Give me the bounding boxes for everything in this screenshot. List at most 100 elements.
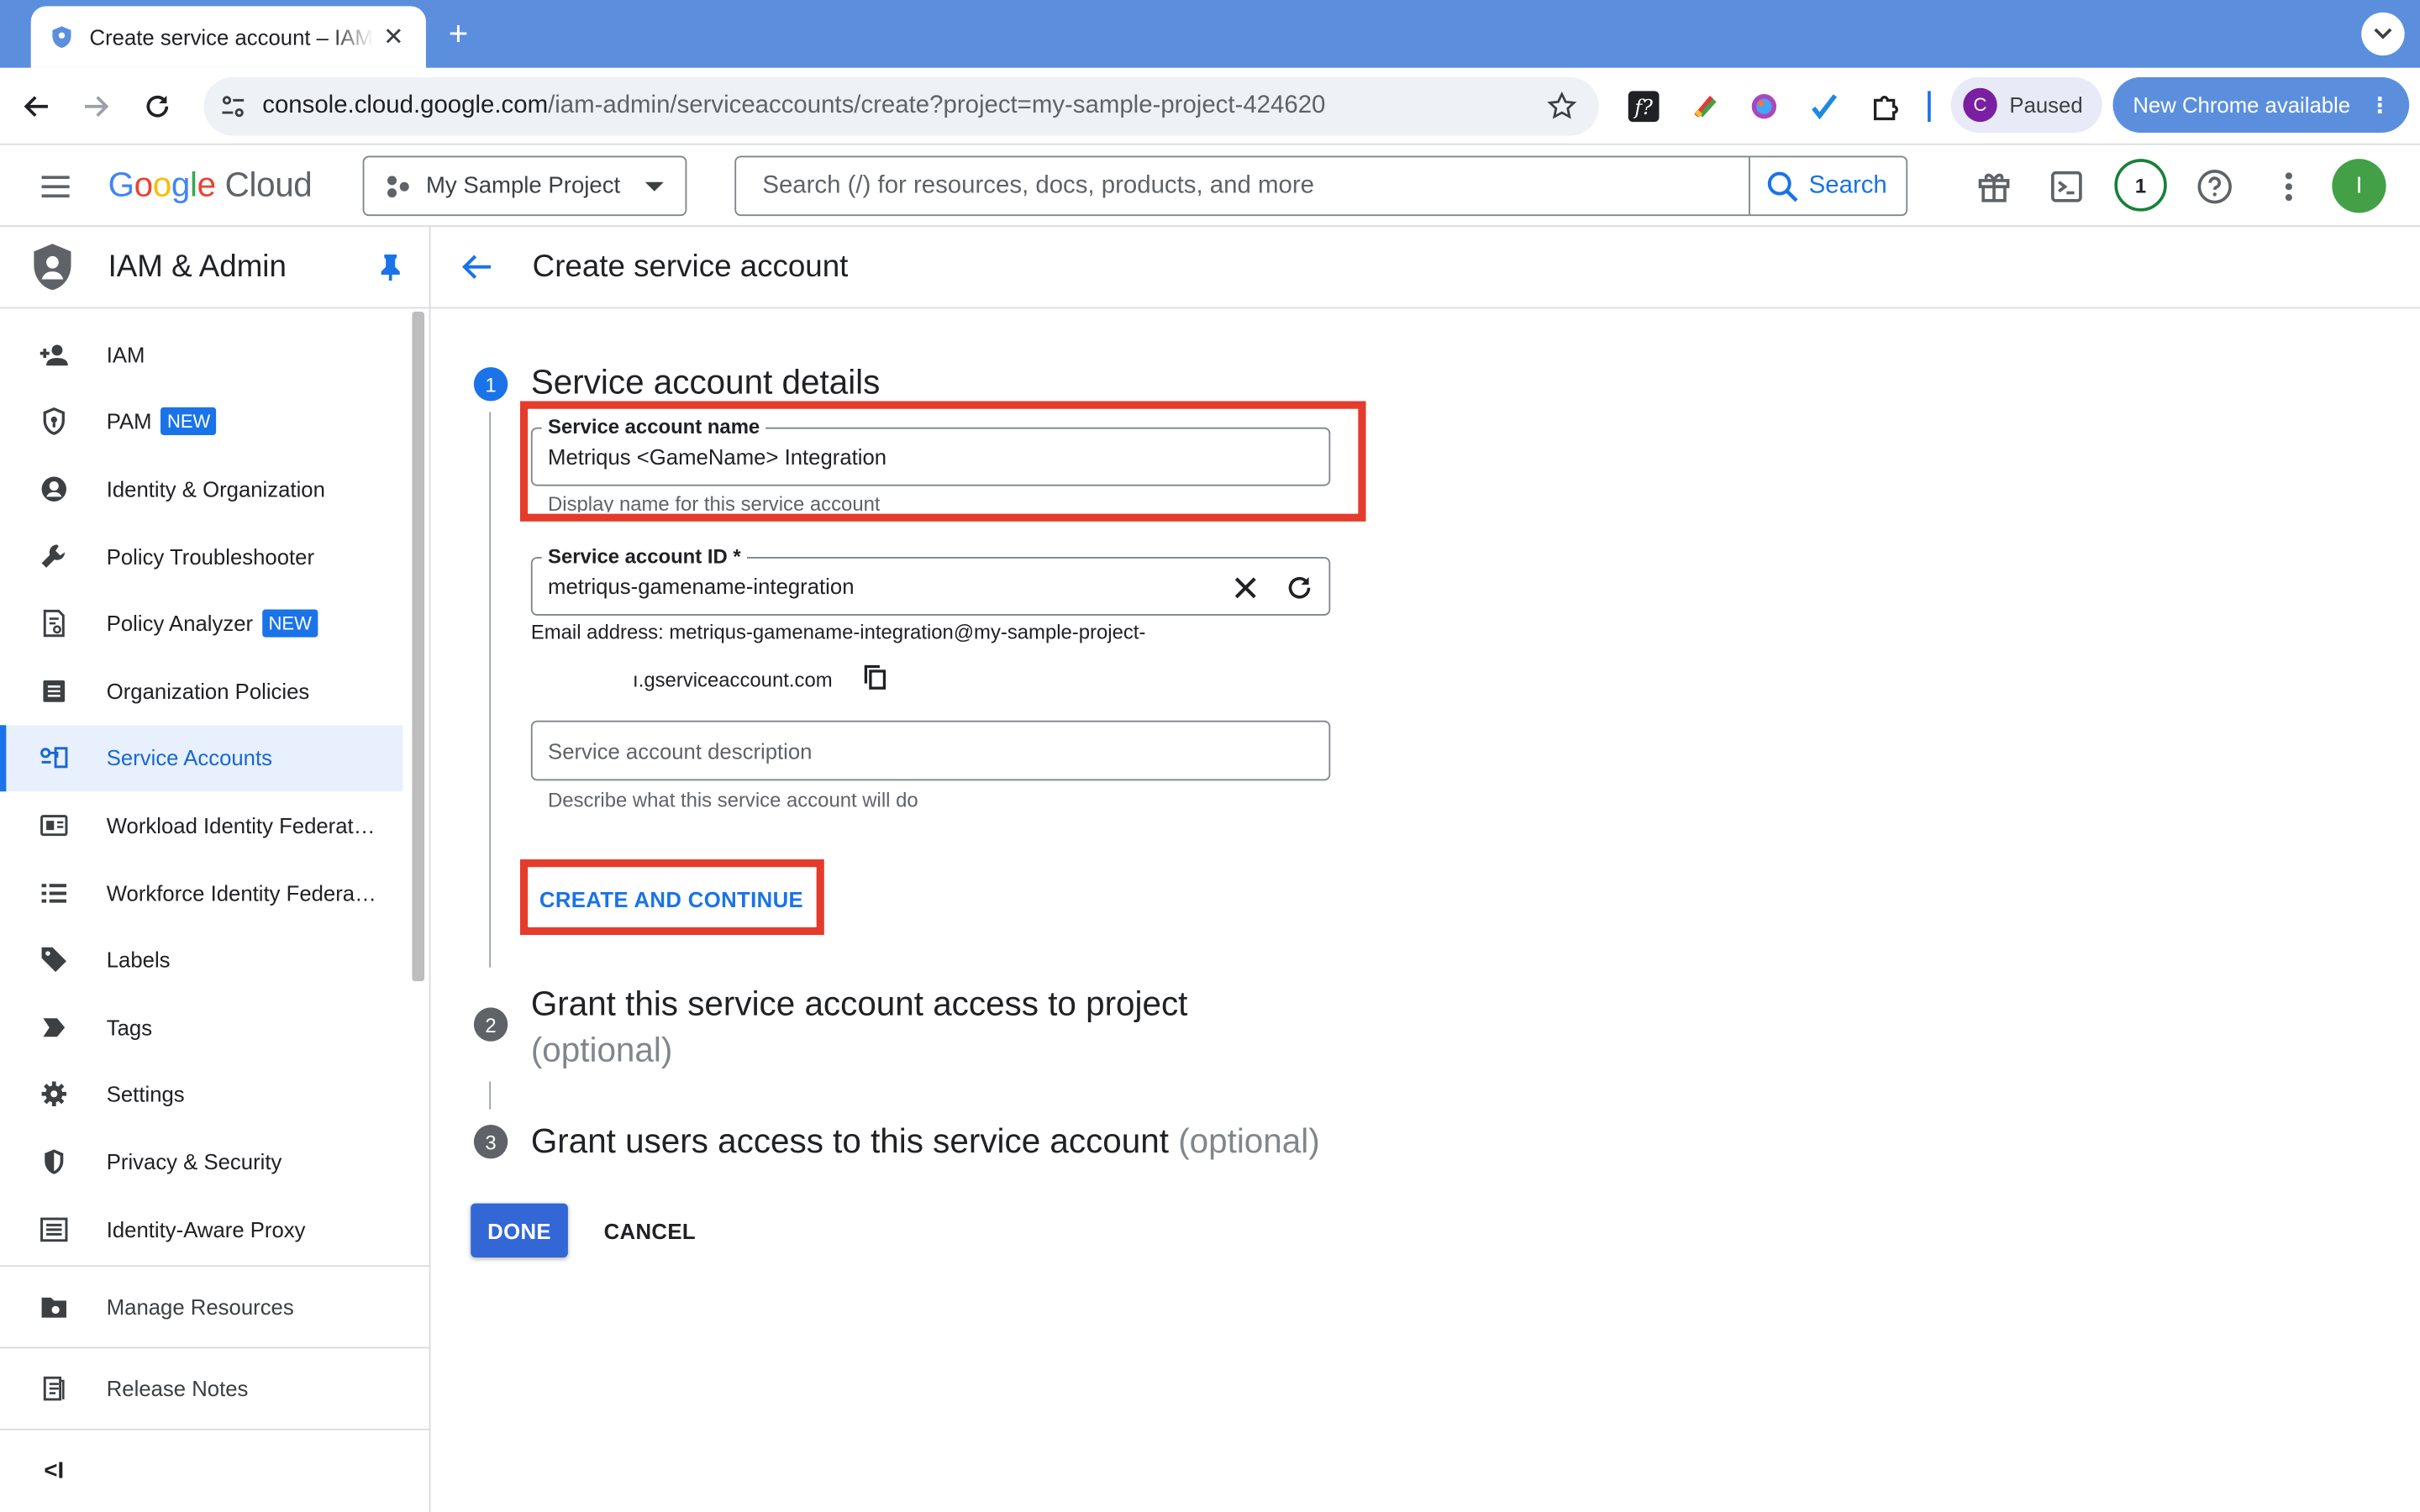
tab-title: Create service account – IAM & Admin bbox=[89, 24, 374, 50]
description-hint: Describe what this service account will … bbox=[548, 788, 918, 812]
sidebar-scrollbar[interactable] bbox=[412, 312, 425, 982]
address-bar[interactable]: console.cloud.google.com/iam-admin/servi… bbox=[203, 76, 1599, 136]
new-tab-icon[interactable]: + bbox=[439, 13, 479, 55]
id-card-icon bbox=[39, 810, 70, 841]
main-content: Create service account 1 Service account… bbox=[430, 227, 2420, 1512]
sidebar-item-privacy-security[interactable]: Privacy & Security bbox=[0, 1128, 402, 1195]
logo-letter: e bbox=[197, 165, 216, 204]
chrome-update-button[interactable]: New Chrome available ⋮ bbox=[2112, 76, 2410, 133]
step-2-optional: (optional) bbox=[530, 1030, 673, 1069]
sidebar-item-policy-analyzer[interactable]: Policy Analyzer NEW bbox=[0, 590, 402, 657]
help-icon[interactable] bbox=[2195, 166, 2235, 207]
list-icon bbox=[39, 877, 70, 908]
extensions-puzzle-icon[interactable] bbox=[1866, 87, 1907, 127]
checkmark-extension-icon[interactable] bbox=[1804, 87, 1844, 127]
service-account-id-field[interactable]: Service account ID * metriqus-gamename-i… bbox=[530, 544, 1331, 616]
step-2-number: 2 bbox=[473, 1007, 508, 1042]
step-3-optional: (optional) bbox=[1178, 1121, 1320, 1161]
sidebar-item-organization-policies[interactable]: Organization Policies bbox=[0, 657, 402, 724]
toolbar-divider bbox=[1928, 91, 1931, 123]
notifications-badge[interactable]: 1 bbox=[2114, 159, 2167, 212]
service-account-name-value: Metriqus <GameName> Integration bbox=[548, 444, 887, 470]
formula-extension-icon[interactable]: f? bbox=[1623, 87, 1664, 127]
step-3-title: Grant users access to this service accou… bbox=[530, 1121, 1169, 1161]
cancel-button[interactable]: CANCEL bbox=[590, 1204, 710, 1257]
email-address-line-2: ı.gserviceaccount.com bbox=[633, 668, 833, 691]
sidebar-item-labels[interactable]: Labels bbox=[0, 927, 402, 994]
user-avatar[interactable]: I bbox=[2332, 159, 2386, 213]
shield-key-icon bbox=[39, 407, 70, 438]
sidebar-item-workload-identity-federation[interactable]: Workload Identity Federat… bbox=[0, 792, 402, 859]
sidebar-item-pam[interactable]: PAM NEW bbox=[0, 388, 402, 455]
label-icon bbox=[39, 944, 70, 975]
list-document-icon bbox=[39, 675, 70, 706]
clear-icon[interactable] bbox=[1234, 575, 1258, 600]
search-button-label: Search bbox=[1808, 171, 1887, 199]
bookmark-star-icon[interactable] bbox=[1546, 91, 1577, 122]
sidebar-item-label: Privacy & Security bbox=[106, 1149, 282, 1174]
chrome-update-label: New Chrome available bbox=[2133, 92, 2351, 118]
more-options-icon[interactable] bbox=[2269, 166, 2309, 207]
sidebar-item-label: Policy Analyzer bbox=[106, 611, 254, 637]
logo-letter: l bbox=[190, 165, 197, 204]
sidebar-manage-resources[interactable]: Manage Resources bbox=[0, 1265, 429, 1347]
profile-button[interactable]: C Paused bbox=[1950, 76, 2102, 133]
url-text: console.cloud.google.com/iam-admin/servi… bbox=[262, 92, 1325, 120]
back-arrow-icon[interactable] bbox=[17, 87, 57, 127]
sidebar-collapse[interactable]: <I bbox=[0, 1428, 429, 1512]
globe-extension-icon[interactable] bbox=[1744, 87, 1785, 127]
cloud-shell-terminal-icon[interactable] bbox=[2047, 166, 2087, 207]
pin-icon[interactable] bbox=[380, 253, 402, 281]
sidebar-item-service-accounts[interactable]: Service Accounts bbox=[0, 724, 403, 792]
project-selector[interactable]: My Sample Project bbox=[362, 155, 687, 217]
sidebar-item-label: Workload Identity Federat… bbox=[106, 812, 376, 838]
logo-cloud-word: Cloud bbox=[224, 165, 313, 204]
sidebar-item-label: Identity-Aware Proxy bbox=[106, 1216, 306, 1242]
search-button[interactable]: Search bbox=[1749, 157, 1906, 215]
sidebar-release-notes[interactable]: Release Notes bbox=[0, 1347, 429, 1428]
logo-letter: g bbox=[171, 165, 191, 204]
profile-status: Paused bbox=[2009, 92, 2083, 118]
sidebar-item-policy-troubleshooter[interactable]: Policy Troubleshooter bbox=[0, 522, 402, 590]
tab-close-icon[interactable]: ✕ bbox=[380, 22, 408, 53]
gift-icon[interactable] bbox=[1974, 166, 2014, 207]
person-add-icon bbox=[39, 339, 70, 370]
regenerate-icon[interactable] bbox=[1286, 574, 1313, 601]
search-icon bbox=[1767, 171, 1798, 202]
done-button[interactable]: DONE bbox=[471, 1203, 568, 1257]
sidebar-item-identity-aware-proxy[interactable]: Identity-Aware Proxy bbox=[0, 1195, 402, 1263]
forward-arrow-icon[interactable] bbox=[76, 87, 116, 127]
step-3-number: 3 bbox=[473, 1124, 508, 1159]
step-3-heading[interactable]: Grant users access to this service accou… bbox=[531, 1121, 1320, 1162]
hamburger-menu-icon[interactable] bbox=[37, 168, 74, 205]
copy-icon[interactable] bbox=[863, 664, 887, 691]
step-1-connector bbox=[489, 412, 492, 968]
step-2-heading[interactable]: Grant this service account access to pro… bbox=[531, 981, 1241, 1074]
release-notes-label: Release Notes bbox=[106, 1376, 249, 1401]
color-extension-icon[interactable] bbox=[1686, 87, 1726, 127]
back-arrow-icon[interactable] bbox=[461, 253, 492, 281]
service-account-description-field[interactable]: Service account description bbox=[530, 720, 1331, 781]
page-title: Create service account bbox=[532, 249, 849, 284]
sidebar-item-settings[interactable]: Settings bbox=[0, 1061, 402, 1128]
service-account-icon bbox=[39, 743, 70, 774]
create-and-continue-button[interactable]: CREATE AND CONTINUE bbox=[539, 874, 804, 926]
google-cloud-logo[interactable]: Google Cloud bbox=[108, 165, 313, 206]
site-settings-icon[interactable] bbox=[219, 92, 247, 120]
sidebar-item-label: PAM bbox=[106, 409, 152, 434]
step-1-number: 1 bbox=[473, 367, 508, 402]
logo-letter: o bbox=[152, 165, 171, 204]
manage-resources-label: Manage Resources bbox=[106, 1294, 294, 1320]
service-account-name-field[interactable]: Service account name Metriqus <GameName>… bbox=[530, 415, 1331, 486]
account-circle-icon bbox=[39, 474, 70, 505]
resource-search-input[interactable] bbox=[736, 157, 1749, 215]
sidebar-item-iam[interactable]: IAM bbox=[0, 321, 402, 388]
sidebar-item-tags[interactable]: Tags bbox=[0, 994, 402, 1061]
wrench-icon bbox=[39, 541, 70, 572]
browser-tab[interactable]: Create service account – IAM & Admin ✕ bbox=[30, 6, 426, 68]
tab-search-chevron-icon[interactable] bbox=[2361, 12, 2405, 56]
sidebar-item-identity-organization[interactable]: Identity & Organization bbox=[0, 455, 402, 522]
sidebar-item-label: Settings bbox=[106, 1082, 185, 1107]
reload-icon[interactable] bbox=[137, 87, 177, 127]
sidebar-item-workforce-identity-federation[interactable]: Workforce Identity Federa… bbox=[0, 859, 402, 927]
